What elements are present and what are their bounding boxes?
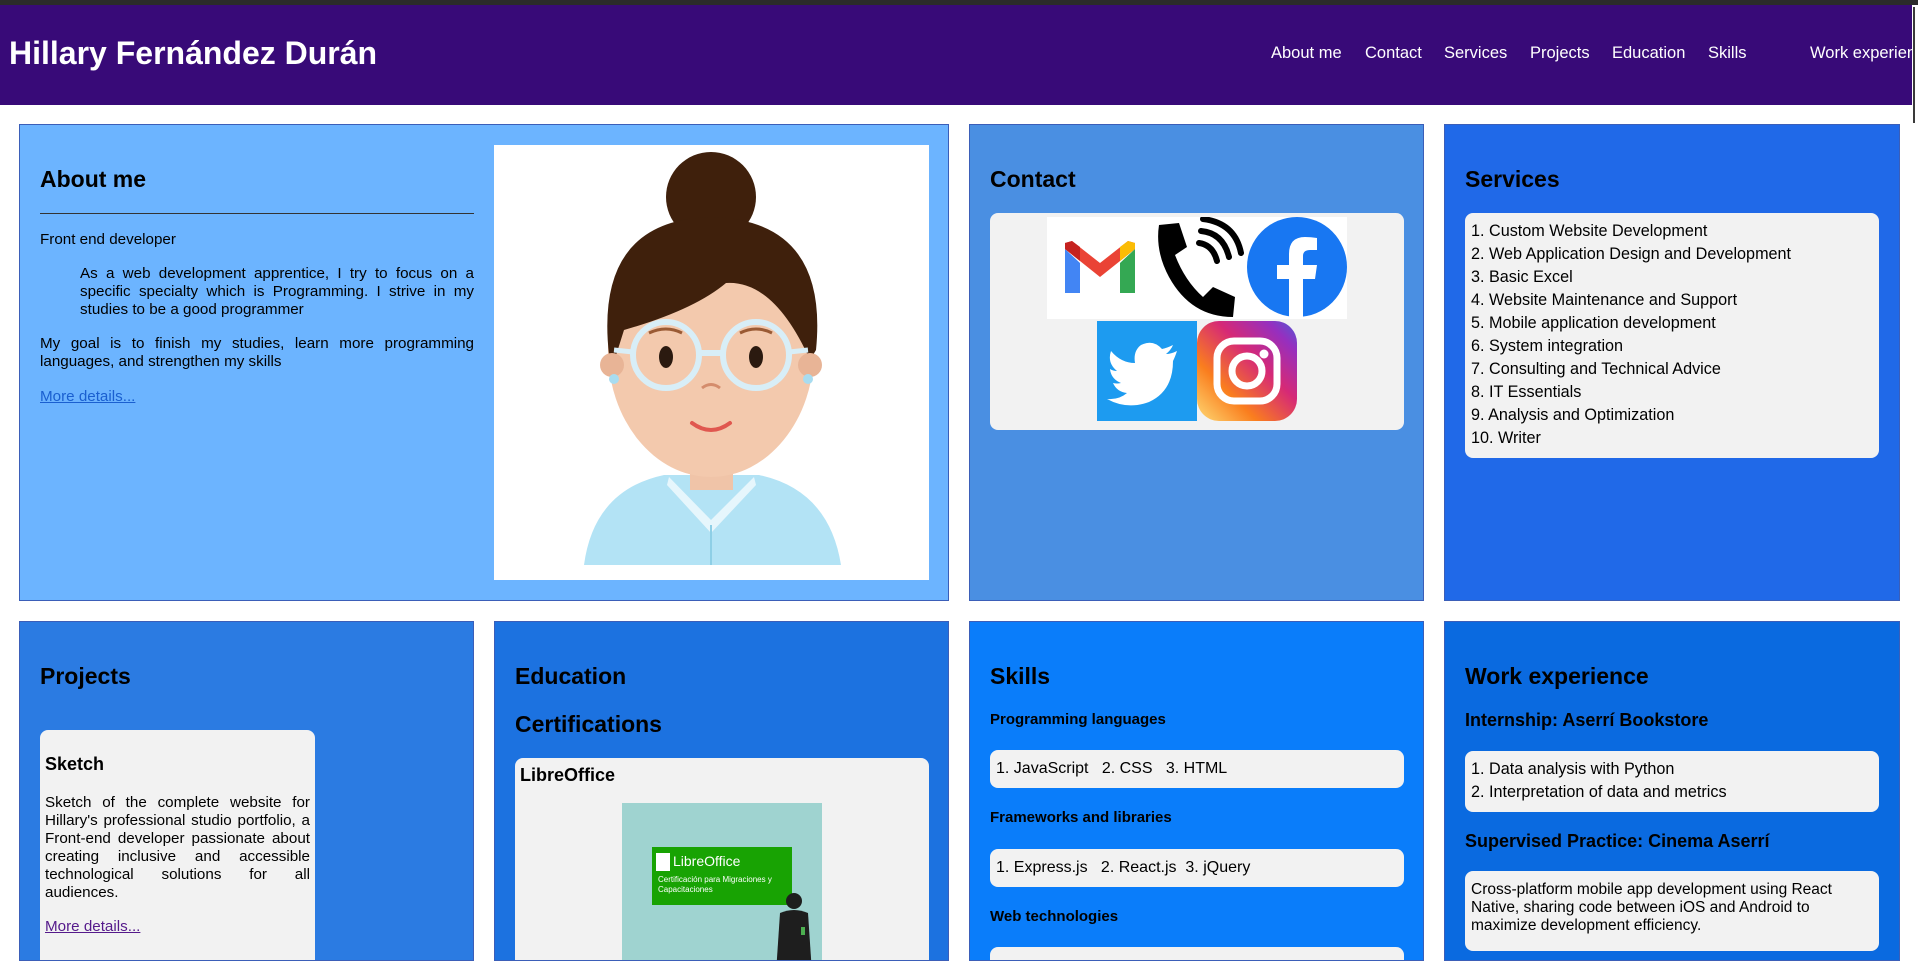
twitter-icon[interactable]: [1097, 321, 1197, 421]
work-experience-section: Work experience Internship: Aserrí Books…: [1444, 621, 1900, 961]
about-me-section: About me Front end developer As a web de…: [19, 124, 949, 601]
vertical-scrollbar[interactable]: [1912, 5, 1918, 949]
service-item: 10. Writer: [1471, 429, 1541, 447]
programming-languages-heading: Programming languages: [990, 711, 1166, 728]
service-item: 6. System integration: [1471, 337, 1624, 355]
libreoffice-banner: LibreOffice Certificación para Migracion…: [652, 847, 792, 905]
project-card-sketch: Sketch Sketch of the complete website fo…: [40, 730, 315, 960]
frameworks-heading: Frameworks and libraries: [990, 809, 1172, 826]
profile-avatar: [494, 145, 929, 580]
site-title: Hillary Fernández Durán: [9, 35, 378, 71]
work-experience-heading: Work experience: [1465, 663, 1649, 689]
job2-title: Supervised Practice: Cinema Aserrí: [1465, 831, 1770, 851]
nav-contact[interactable]: Contact: [1365, 44, 1422, 63]
site-header: Hillary Fernández Durán About me Contact…: [0, 5, 1918, 105]
gmail-icon[interactable]: [1050, 221, 1150, 321]
nav-education[interactable]: Education: [1612, 44, 1685, 63]
job2-description: Cross-platform mobile app development us…: [1471, 881, 1832, 934]
job2-box: Cross-platform mobile app development us…: [1465, 871, 1879, 951]
education-section: Education Certifications LibreOffice Lib…: [494, 621, 949, 961]
woman-avatar-illustration: [584, 152, 841, 565]
nav-skills[interactable]: Skills: [1708, 44, 1747, 63]
service-item: 8. IT Essentials: [1471, 383, 1582, 401]
services-list-box: 1. Custom Website Development 2. Web App…: [1465, 213, 1879, 458]
certification-card: LibreOffice LibreOffice Certificación pa…: [515, 758, 929, 960]
nav-services[interactable]: Services: [1444, 44, 1507, 63]
service-item: 5. Mobile application development: [1471, 314, 1716, 332]
about-me-heading: About me: [40, 166, 147, 192]
project-card-title: Sketch: [45, 754, 105, 774]
nav-projects[interactable]: Projects: [1530, 44, 1590, 63]
about-divider: [40, 213, 474, 214]
project-card-description: Sketch of the complete website for Hilla…: [45, 794, 310, 901]
about-more-details-link[interactable]: More details...: [40, 388, 135, 406]
web-technologies-box: [990, 947, 1404, 960]
job1-box: 1. Data analysis with Python 2. Interpre…: [1465, 751, 1879, 812]
programming-languages-list: 1. JavaScript 2. CSS 3. HTML: [996, 760, 1228, 777]
skills-section: Skills Programming languages 1. JavaScri…: [969, 621, 1424, 961]
frameworks-list: 1. Express.js 2. React.js 3. jQuery: [996, 859, 1251, 876]
web-technologies-heading: Web technologies: [990, 908, 1119, 925]
programming-languages-box: 1. JavaScript 2. CSS 3. HTML: [990, 750, 1404, 788]
service-item: 3. Basic Excel: [1471, 268, 1573, 286]
nav-about-me[interactable]: About me: [1271, 44, 1342, 63]
facebook-icon[interactable]: [1247, 217, 1347, 317]
libreoffice-banner-title: LibreOffice: [673, 853, 741, 869]
libreoffice-banner-caption: Certificación para Migraciones y Capacit…: [658, 875, 772, 894]
job1-list: 1. Data analysis with Python 2. Interpre…: [1471, 758, 1727, 804]
about-goal: My goal is to finish my studies, learn m…: [40, 335, 474, 370]
services-heading: Services: [1465, 166, 1560, 192]
services-list: 1. Custom Website Development 2. Web App…: [1471, 220, 1791, 450]
certification-title: LibreOffice: [520, 765, 616, 785]
project-more-details-link[interactable]: More details...: [45, 918, 140, 936]
instagram-icon[interactable]: [1197, 321, 1297, 421]
contact-section: Contact: [969, 124, 1424, 601]
libreoffice-certificate-image: LibreOffice Certificación para Migracion…: [622, 803, 822, 960]
service-item: 4. Website Maintenance and Support: [1471, 291, 1738, 309]
job1-item: 2. Interpretation of data and metrics: [1471, 783, 1727, 801]
services-section: Services 1. Custom Website Development 2…: [1444, 124, 1900, 601]
service-item: 9. Analysis and Optimization: [1471, 406, 1675, 424]
job1-title: Internship: Aserrí Bookstore: [1465, 710, 1709, 730]
about-role: Front end developer: [40, 231, 176, 248]
libreoffice-logo-icon: [656, 853, 670, 871]
certifications-heading: Certifications: [515, 711, 662, 737]
scrollbar-thumb[interactable]: [1913, 7, 1915, 123]
projects-heading: Projects: [40, 663, 131, 689]
frameworks-box: 1. Express.js 2. React.js 3. jQuery: [990, 849, 1404, 887]
education-heading: Education: [515, 663, 627, 689]
projects-section: Projects Sketch Sketch of the complete w…: [19, 621, 474, 961]
skills-heading: Skills: [990, 663, 1051, 689]
contact-icons-box: [990, 213, 1404, 430]
service-item: 7. Consulting and Technical Advice: [1471, 360, 1721, 378]
about-quote: As a web development apprentice, I try t…: [80, 265, 474, 318]
contact-heading: Contact: [990, 166, 1076, 192]
job1-item: 1. Data analysis with Python: [1471, 760, 1675, 778]
service-item: 1. Custom Website Development: [1471, 222, 1708, 240]
service-item: 2. Web Application Design and Developmen…: [1471, 245, 1792, 263]
phone-icon[interactable]: [1151, 216, 1251, 321]
nav-work-experience[interactable]: Work experience: [1810, 44, 1918, 63]
presenter-figure-icon: [776, 893, 812, 960]
